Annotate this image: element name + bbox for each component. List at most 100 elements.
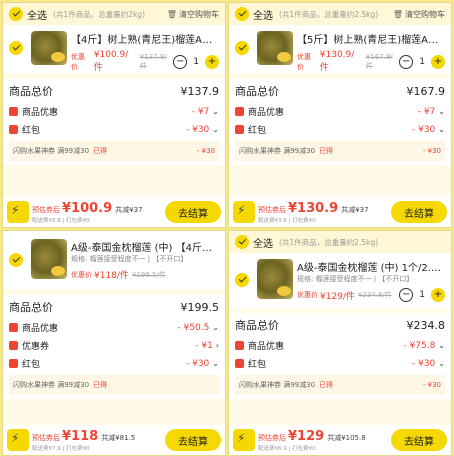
- estimate-label: 预估券后: [258, 205, 286, 214]
- saved-amount: 共减¥37: [115, 205, 143, 214]
- item-title[interactable]: 【4斤】树上熟(青尼王)榴莲AAA 1.…: [71, 31, 219, 46]
- red-packet-value: - ¥30: [412, 124, 436, 135]
- total-label: 商品总价: [9, 85, 53, 98]
- select-all-label[interactable]: 全选: [253, 7, 273, 22]
- estimate-label: 预估券后: [32, 205, 60, 214]
- price-summary: 商品总价 ¥234.8 商品优惠 - ¥75.8 ⌄ 红包 - ¥30 ⌄ 闪购…: [229, 313, 451, 399]
- fruit-coupon-row[interactable]: 闪购水果神券 满99减30 已得 - ¥30: [235, 375, 445, 395]
- estimate-value: ¥130.9: [288, 200, 339, 216]
- checkout-button[interactable]: 去结算: [391, 201, 447, 223]
- cart-item: 【5斤】树上熟(青尼王)榴莲AAA 2.… 优惠价 ¥130.9/件 ¥167.…: [229, 25, 451, 73]
- chevron-down-icon: ⌄: [212, 107, 219, 116]
- total-label: 商品总价: [235, 319, 279, 332]
- red-packet-icon: [9, 125, 18, 134]
- price-summary: 商品总价 ¥167.9 商品优惠 - ¥7 ⌄ 红包 - ¥30 ⌄ 闪购水果神…: [229, 79, 451, 165]
- increase-quantity-button[interactable]: +: [431, 288, 445, 302]
- cart-item: A级-泰国金枕榴莲 (中) 【4斤可剥… 规格: 榴莲接受程度不一 | 【不开口…: [3, 231, 225, 289]
- estimate-value: ¥129: [288, 428, 325, 444]
- quantity-stepper: − 1 +: [399, 54, 445, 69]
- checkout-button[interactable]: 去结算: [165, 201, 221, 223]
- total-label: 商品总价: [9, 301, 53, 314]
- item-price: ¥130.9/件: [319, 50, 355, 73]
- original-price: ¥199.5/件: [131, 270, 166, 279]
- discount-line[interactable]: 商品优惠 - ¥75.8 ⌄: [235, 339, 445, 352]
- red-packet-icon: [235, 359, 244, 368]
- coupon-status: 已得: [319, 147, 334, 155]
- clear-cart-button[interactable]: 清空购物车: [405, 9, 445, 20]
- checkout-bar: 预估券后 ¥118 共减¥81.5 配送费¥7.9 | 打包费¥0 去结算: [3, 425, 225, 455]
- red-packet-line[interactable]: 红包 - ¥30 ⌄: [9, 357, 219, 370]
- item-price: ¥129/件: [320, 291, 355, 302]
- item-title[interactable]: A级-泰国金枕榴莲 (中) 【4斤可剥…: [71, 239, 219, 254]
- chevron-down-icon: ⌄: [212, 323, 219, 332]
- estimate-label: 预估券后: [32, 433, 60, 442]
- trash-icon[interactable]: 🗑: [393, 10, 403, 19]
- item-price: ¥118/件: [94, 271, 129, 281]
- increase-quantity-button[interactable]: +: [431, 54, 445, 69]
- shipping-fee: 配送费¥6.9 | 打包费¥0: [258, 445, 316, 452]
- discount-line[interactable]: 商品优惠 - ¥7 ⌄: [9, 105, 219, 118]
- item-title[interactable]: A级-泰国金枕榴莲 (中) 1个/2.3-…: [297, 259, 445, 274]
- red-packet-line[interactable]: 红包 - ¥30 ⌄: [9, 123, 219, 136]
- increase-quantity-button[interactable]: +: [205, 54, 219, 69]
- coupon-text: 闪购水果神券 满99减30: [13, 381, 90, 389]
- discount-line[interactable]: 商品优惠 - ¥7 ⌄: [235, 105, 445, 118]
- quantity-value: 1: [419, 290, 425, 300]
- item-spec[interactable]: 规格: 榴莲接受程度不一 | 【不开口】: [297, 274, 445, 284]
- fruit-coupon-row[interactable]: 闪购水果神券 满99减30 已得: [9, 375, 219, 395]
- discount-line[interactable]: 商品优惠 - ¥50.5 ⌄: [9, 321, 219, 334]
- durian-product-image[interactable]: [257, 31, 293, 65]
- estimate-value: ¥100.9: [62, 200, 113, 216]
- discount-badge-icon: [9, 107, 18, 116]
- saved-amount: 共减¥105.8: [327, 433, 366, 442]
- select-all-checkbox[interactable]: [235, 7, 249, 21]
- select-all-label[interactable]: 全选: [27, 7, 47, 22]
- discount-label: 商品优惠: [22, 324, 59, 334]
- fruit-coupon-row[interactable]: 闪购水果神券 满99减30 已得 - ¥30: [9, 141, 219, 161]
- durian-product-image[interactable]: [31, 31, 67, 65]
- item-checkbox[interactable]: [235, 273, 249, 287]
- select-all-checkbox[interactable]: [9, 7, 23, 21]
- item-checkbox[interactable]: [9, 41, 23, 55]
- item-checkbox[interactable]: [9, 253, 23, 267]
- item-checkbox[interactable]: [235, 41, 249, 55]
- cart-panel-2: 全选 (共1件商品，总重量约2.5kg) 🗑 清空购物车 【5斤】树上熟(青尼王…: [228, 2, 452, 228]
- coupon-price-label: 优惠价: [71, 270, 92, 279]
- clear-cart-button[interactable]: 清空购物车: [179, 9, 219, 20]
- checkout-button[interactable]: 去结算: [391, 429, 447, 451]
- original-price: ¥234.8/件: [357, 291, 392, 299]
- total-value: ¥167.9: [406, 85, 446, 98]
- red-packet-line[interactable]: 红包 - ¥30 ⌄: [235, 357, 445, 370]
- coupon-text: 闪购水果神券 满99减30: [13, 147, 90, 155]
- discount-value: - ¥50.5: [177, 322, 210, 333]
- item-title[interactable]: 【5斤】树上熟(青尼王)榴莲AAA 2.…: [297, 31, 445, 46]
- cart-summary-info: (共1件商品，总重量约2kg): [53, 9, 145, 19]
- decrease-quantity-button[interactable]: −: [399, 54, 414, 69]
- decrease-quantity-button[interactable]: −: [173, 54, 188, 69]
- price-summary: 商品总价 ¥199.5 商品优惠 - ¥50.5 ⌄ 优惠券 - ¥1 › 红包…: [3, 295, 225, 399]
- red-packet-line[interactable]: 红包 - ¥30 ⌄: [235, 123, 445, 136]
- chevron-down-icon: ⌄: [438, 107, 445, 116]
- durian-product-image[interactable]: [31, 239, 67, 279]
- total-value: ¥199.5: [180, 301, 220, 314]
- original-price: ¥167.9/件: [365, 52, 393, 70]
- saved-amount: 共减¥37: [341, 205, 369, 214]
- item-spec[interactable]: 规格: 榴莲接受程度不一 | 【不开口】: [71, 254, 219, 264]
- select-all-checkbox[interactable]: [235, 235, 249, 249]
- checkout-button[interactable]: 去结算: [165, 429, 221, 451]
- fruit-coupon-row[interactable]: 闪购水果神券 满99减30 已得 - ¥30: [235, 141, 445, 161]
- select-all-label[interactable]: 全选: [253, 235, 273, 250]
- coupon-price-label: 优惠价: [71, 52, 85, 71]
- coupon-line[interactable]: 优惠券 - ¥1 ›: [9, 339, 219, 352]
- coupon-value: - ¥30: [196, 147, 215, 155]
- red-packet-label: 红包: [22, 126, 41, 136]
- shipping-fee: 配送费¥3.8 | 打包费¥0: [258, 217, 316, 224]
- durian-product-image[interactable]: [257, 259, 293, 299]
- trash-icon[interactable]: 🗑: [167, 10, 177, 19]
- decrease-quantity-button[interactable]: −: [399, 288, 414, 302]
- shipping-fee: 配送费¥3.8 | 打包费¥0: [32, 217, 90, 224]
- cart-panel-1: 全选 (共1件商品，总重量约2kg) 🗑 清空购物车 【4斤】树上熟(青尼王)榴…: [2, 2, 226, 228]
- shipping-fee: 配送费¥7.9 | 打包费¥0: [32, 445, 90, 452]
- coupon-status: 已得: [93, 381, 108, 389]
- mascot-icon: [7, 429, 29, 451]
